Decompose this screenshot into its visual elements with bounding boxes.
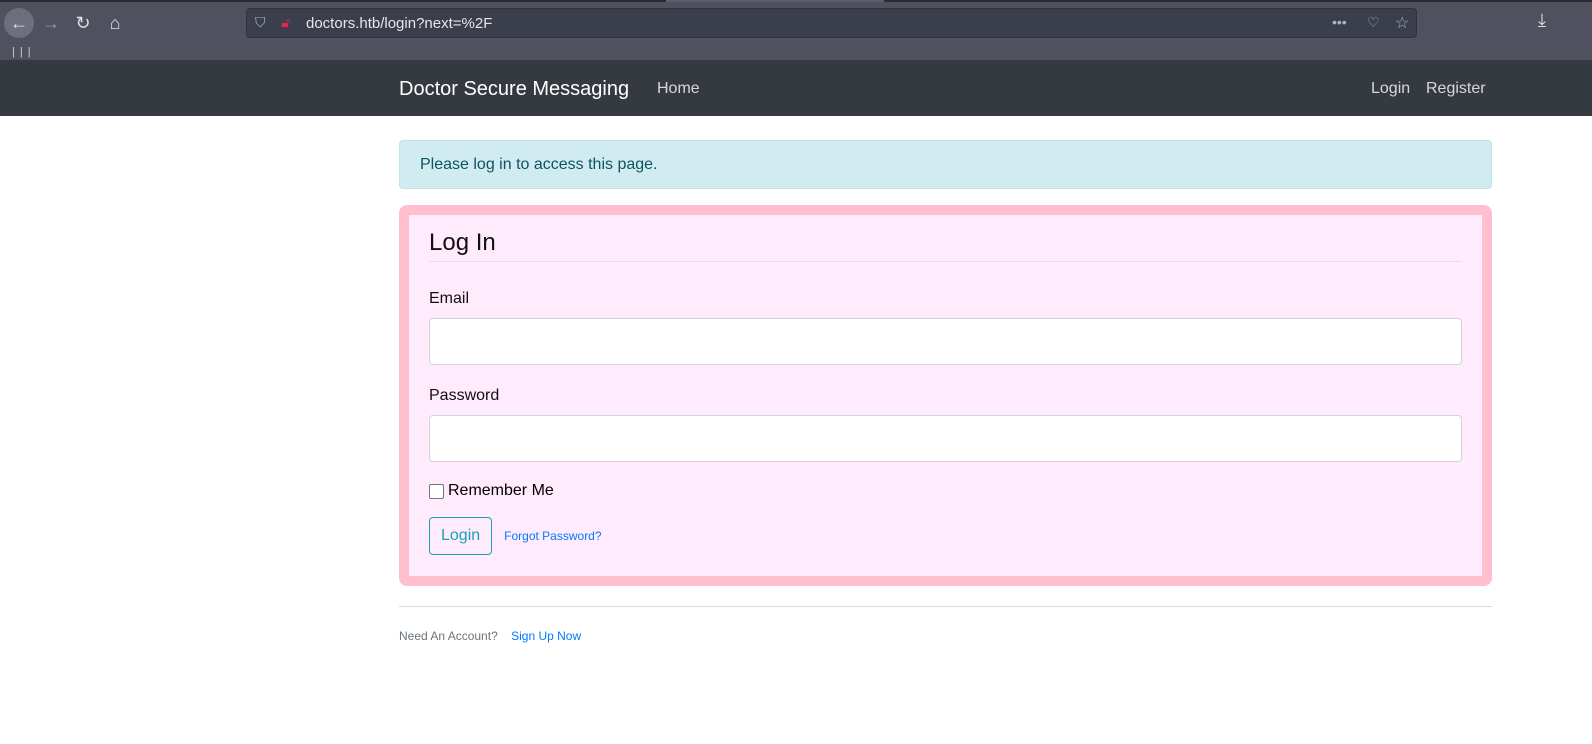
login-form: Log In Email Password Remember Me Login … [399, 205, 1492, 586]
footer: Need An Account? Sign Up Now [399, 629, 581, 643]
remember-checkbox[interactable] [429, 483, 444, 499]
active-tab-indicator [666, 0, 884, 2]
reload-button[interactable]: ↻ [68, 8, 98, 38]
address-bar[interactable]: ⛉ 🔓︎ doctors.htb/login?next=%2F ••• ♡ ☆ [246, 8, 1417, 38]
forgot-password-link[interactable]: Forgot Password? [504, 529, 601, 543]
remember-me[interactable]: Remember Me [429, 482, 1462, 500]
more-icon[interactable]: ••• [1332, 14, 1347, 30]
password-label: Password [429, 387, 500, 404]
site-navbar: Doctor Secure Messaging Home Login Regis… [0, 60, 1592, 116]
divider [399, 606, 1492, 607]
remember-label: Remember Me [448, 482, 554, 499]
login-button[interactable]: Login [429, 517, 493, 555]
email-input[interactable] [429, 318, 1462, 365]
star-icon[interactable]: ☆ [1395, 13, 1409, 33]
nav-login[interactable]: Login [1371, 80, 1410, 98]
info-alert: Please log in to access this page. [399, 140, 1492, 189]
download-icon[interactable]: ⤓ [1538, 10, 1546, 31]
form-title: Log In [429, 229, 1462, 262]
bookmarks-toolbar[interactable]: ||| [12, 46, 36, 58]
footer-text: Need An Account? [399, 629, 498, 643]
url-text[interactable]: doctors.htb/login?next=%2F [306, 15, 492, 32]
browser-toolbar: ← → ↻ ⌂ ⛉ 🔓︎ doctors.htb/login?next=%2F … [0, 0, 1592, 60]
forward-button[interactable]: → [36, 8, 66, 38]
nav-home[interactable]: Home [657, 80, 700, 98]
brand-link[interactable]: Doctor Secure Messaging [399, 78, 629, 101]
shield-icon[interactable]: ⛉ [255, 14, 266, 31]
nav-register[interactable]: Register [1426, 80, 1486, 98]
sign-up-link[interactable]: Sign Up Now [511, 629, 581, 643]
home-button[interactable]: ⌂ [100, 8, 130, 38]
back-button[interactable]: ← [4, 8, 34, 38]
password-input[interactable] [429, 415, 1462, 462]
email-label: Email [429, 290, 470, 307]
pocket-icon[interactable]: ♡ [1367, 14, 1380, 31]
insecure-lock-icon[interactable]: 🔓︎ [281, 14, 290, 31]
